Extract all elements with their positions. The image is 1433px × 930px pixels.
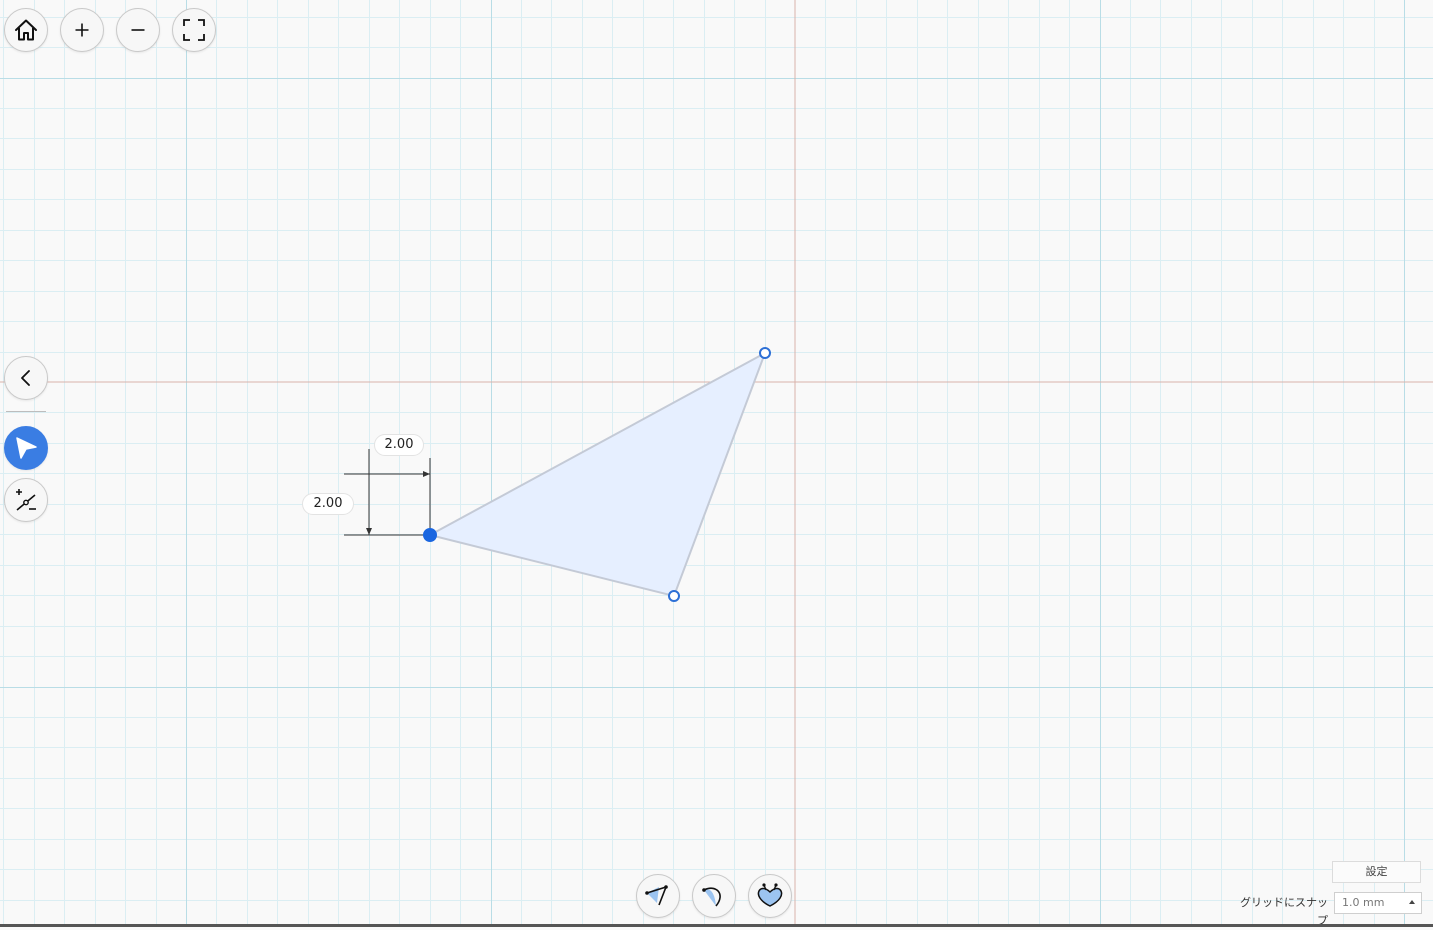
snap-size-select[interactable]: 1.0 mm xyxy=(1334,892,1422,914)
home-button[interactable] xyxy=(4,8,48,52)
home-icon xyxy=(15,19,37,41)
fit-screen-icon xyxy=(183,19,205,41)
vertex-top[interactable] xyxy=(759,347,771,359)
drawing-canvas[interactable] xyxy=(0,0,1433,927)
collapse-panel-button[interactable] xyxy=(4,356,48,400)
cursor-arrow-icon xyxy=(16,437,37,459)
snap-to-grid-label: グリッドにスナップ xyxy=(1240,896,1328,927)
plus-icon xyxy=(75,23,89,37)
triangle-shape[interactable] xyxy=(427,350,767,598)
dimension-horizontal-label[interactable]: 2.00 xyxy=(374,434,424,456)
tool-separator xyxy=(6,411,46,412)
dimension-vertical-label[interactable]: 2.00 xyxy=(302,493,354,515)
add-point-icon xyxy=(16,489,36,511)
minus-icon xyxy=(131,29,145,31)
heart-shape-icon xyxy=(757,883,783,907)
dropdown-arrow-icon xyxy=(1409,900,1415,904)
arc-icon xyxy=(702,887,721,907)
dimension-lines xyxy=(344,449,431,536)
snap-size-value: 1.0 mm xyxy=(1342,896,1385,909)
add-point-tool-button[interactable] xyxy=(4,478,48,522)
zoom-in-button[interactable] xyxy=(60,8,104,52)
vertex-bottom[interactable] xyxy=(668,590,680,602)
zoom-out-button[interactable] xyxy=(116,8,160,52)
polyline-icon xyxy=(645,885,668,906)
settings-button[interactable]: 設定 xyxy=(1332,861,1421,883)
chevron-left-icon xyxy=(21,370,30,386)
arc-tool-button[interactable] xyxy=(692,874,736,918)
fit-screen-button[interactable] xyxy=(172,8,216,52)
vertex-selected[interactable] xyxy=(423,528,437,542)
polyline-tool-button[interactable] xyxy=(636,874,680,918)
shape-tool-button[interactable] xyxy=(748,874,792,918)
dimension-arrow-down xyxy=(366,528,372,535)
dimension-arrow-right xyxy=(423,471,430,477)
select-tool-button[interactable] xyxy=(4,426,48,470)
